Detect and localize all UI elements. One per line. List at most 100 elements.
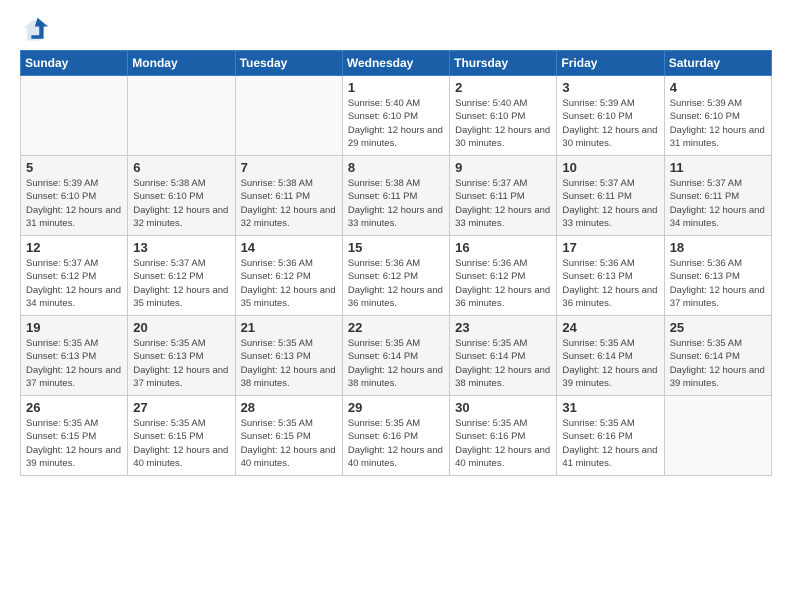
calendar-cell: 9 Sunrise: 5:37 AM Sunset: 6:11 PM Daylig… — [450, 156, 557, 236]
day-info: Sunrise: 5:39 AM Sunset: 6:10 PM Dayligh… — [26, 177, 122, 230]
day-number: 20 — [133, 320, 229, 335]
day-info: Sunrise: 5:38 AM Sunset: 6:10 PM Dayligh… — [133, 177, 229, 230]
day-number: 12 — [26, 240, 122, 255]
calendar-cell — [128, 76, 235, 156]
day-info: Sunrise: 5:35 AM Sunset: 6:13 PM Dayligh… — [133, 337, 229, 390]
day-info: Sunrise: 5:36 AM Sunset: 6:12 PM Dayligh… — [455, 257, 551, 310]
day-number: 2 — [455, 80, 551, 95]
day-number: 29 — [348, 400, 444, 415]
day-info: Sunrise: 5:35 AM Sunset: 6:15 PM Dayligh… — [26, 417, 122, 470]
day-number: 8 — [348, 160, 444, 175]
calendar-cell: 8 Sunrise: 5:38 AM Sunset: 6:11 PM Daylig… — [342, 156, 449, 236]
weekday-header-saturday: Saturday — [664, 51, 771, 76]
day-info: Sunrise: 5:35 AM Sunset: 6:14 PM Dayligh… — [562, 337, 658, 390]
day-info: Sunrise: 5:36 AM Sunset: 6:12 PM Dayligh… — [241, 257, 337, 310]
calendar-cell: 29 Sunrise: 5:35 AM Sunset: 6:16 PM Dayli… — [342, 396, 449, 476]
day-info: Sunrise: 5:35 AM Sunset: 6:16 PM Dayligh… — [455, 417, 551, 470]
weekday-header-tuesday: Tuesday — [235, 51, 342, 76]
day-number: 1 — [348, 80, 444, 95]
day-info: Sunrise: 5:40 AM Sunset: 6:10 PM Dayligh… — [348, 97, 444, 150]
calendar-cell: 10 Sunrise: 5:37 AM Sunset: 6:11 PM Dayli… — [557, 156, 664, 236]
header — [20, 16, 772, 44]
logo-icon — [20, 16, 48, 44]
day-number: 25 — [670, 320, 766, 335]
day-number: 28 — [241, 400, 337, 415]
day-number: 21 — [241, 320, 337, 335]
calendar-cell — [235, 76, 342, 156]
calendar-cell: 24 Sunrise: 5:35 AM Sunset: 6:14 PM Dayli… — [557, 316, 664, 396]
day-info: Sunrise: 5:37 AM Sunset: 6:11 PM Dayligh… — [455, 177, 551, 230]
calendar-cell: 5 Sunrise: 5:39 AM Sunset: 6:10 PM Daylig… — [21, 156, 128, 236]
calendar-cell: 16 Sunrise: 5:36 AM Sunset: 6:12 PM Dayli… — [450, 236, 557, 316]
day-info: Sunrise: 5:36 AM Sunset: 6:12 PM Dayligh… — [348, 257, 444, 310]
weekday-header-monday: Monday — [128, 51, 235, 76]
day-number: 13 — [133, 240, 229, 255]
day-info: Sunrise: 5:35 AM Sunset: 6:14 PM Dayligh… — [348, 337, 444, 390]
calendar-cell — [664, 396, 771, 476]
day-info: Sunrise: 5:38 AM Sunset: 6:11 PM Dayligh… — [348, 177, 444, 230]
calendar-week-row: 12 Sunrise: 5:37 AM Sunset: 6:12 PM Dayli… — [21, 236, 772, 316]
day-number: 24 — [562, 320, 658, 335]
day-info: Sunrise: 5:35 AM Sunset: 6:14 PM Dayligh… — [670, 337, 766, 390]
day-number: 19 — [26, 320, 122, 335]
weekday-header-row: SundayMondayTuesdayWednesdayThursdayFrid… — [21, 51, 772, 76]
calendar-cell: 2 Sunrise: 5:40 AM Sunset: 6:10 PM Daylig… — [450, 76, 557, 156]
calendar-cell: 25 Sunrise: 5:35 AM Sunset: 6:14 PM Dayli… — [664, 316, 771, 396]
calendar-week-row: 19 Sunrise: 5:35 AM Sunset: 6:13 PM Dayli… — [21, 316, 772, 396]
calendar-cell: 28 Sunrise: 5:35 AM Sunset: 6:15 PM Dayli… — [235, 396, 342, 476]
calendar-week-row: 1 Sunrise: 5:40 AM Sunset: 6:10 PM Daylig… — [21, 76, 772, 156]
day-info: Sunrise: 5:35 AM Sunset: 6:14 PM Dayligh… — [455, 337, 551, 390]
day-number: 27 — [133, 400, 229, 415]
calendar-cell: 26Sunrise: 5:35 AM Sunset: 6:15 PM Dayli… — [21, 396, 128, 476]
calendar-cell: 18Sunrise: 5:36 AM Sunset: 6:13 PM Dayli… — [664, 236, 771, 316]
day-info: Sunrise: 5:35 AM Sunset: 6:13 PM Dayligh… — [26, 337, 122, 390]
calendar-cell: 15 Sunrise: 5:36 AM Sunset: 6:12 PM Dayli… — [342, 236, 449, 316]
day-info: Sunrise: 5:37 AM Sunset: 6:12 PM Dayligh… — [26, 257, 122, 310]
day-number: 16 — [455, 240, 551, 255]
day-number: 3 — [562, 80, 658, 95]
day-info: Sunrise: 5:35 AM Sunset: 6:15 PM Dayligh… — [241, 417, 337, 470]
day-number: 31 — [562, 400, 658, 415]
day-number: 14 — [241, 240, 337, 255]
day-info: Sunrise: 5:37 AM Sunset: 6:11 PM Dayligh… — [562, 177, 658, 230]
day-info: Sunrise: 5:39 AM Sunset: 6:10 PM Dayligh… — [670, 97, 766, 150]
logo — [20, 16, 52, 44]
day-info: Sunrise: 5:35 AM Sunset: 6:15 PM Dayligh… — [133, 417, 229, 470]
day-number: 5 — [26, 160, 122, 175]
day-info: Sunrise: 5:40 AM Sunset: 6:10 PM Dayligh… — [455, 97, 551, 150]
day-number: 7 — [241, 160, 337, 175]
day-info: Sunrise: 5:38 AM Sunset: 6:11 PM Dayligh… — [241, 177, 337, 230]
day-number: 9 — [455, 160, 551, 175]
calendar-cell: 11Sunrise: 5:37 AM Sunset: 6:11 PM Dayli… — [664, 156, 771, 236]
calendar-cell: 17Sunrise: 5:36 AM Sunset: 6:13 PM Dayli… — [557, 236, 664, 316]
calendar-cell: 12 Sunrise: 5:37 AM Sunset: 6:12 PM Dayli… — [21, 236, 128, 316]
calendar-cell: 1 Sunrise: 5:40 AM Sunset: 6:10 PM Daylig… — [342, 76, 449, 156]
calendar-cell: 20 Sunrise: 5:35 AM Sunset: 6:13 PM Dayli… — [128, 316, 235, 396]
calendar-cell: 6Sunrise: 5:38 AM Sunset: 6:10 PM Daylig… — [128, 156, 235, 236]
day-info: Sunrise: 5:35 AM Sunset: 6:16 PM Dayligh… — [348, 417, 444, 470]
weekday-header-wednesday: Wednesday — [342, 51, 449, 76]
day-number: 4 — [670, 80, 766, 95]
weekday-header-thursday: Thursday — [450, 51, 557, 76]
calendar-table: SundayMondayTuesdayWednesdayThursdayFrid… — [20, 50, 772, 476]
day-number: 10 — [562, 160, 658, 175]
calendar-cell: 19 Sunrise: 5:35 AM Sunset: 6:13 PM Dayli… — [21, 316, 128, 396]
day-info: Sunrise: 5:36 AM Sunset: 6:13 PM Dayligh… — [670, 257, 766, 310]
day-number: 22 — [348, 320, 444, 335]
calendar-cell: 23 Sunrise: 5:35 AM Sunset: 6:14 PM Dayli… — [450, 316, 557, 396]
calendar-cell: 7 Sunrise: 5:38 AM Sunset: 6:11 PM Daylig… — [235, 156, 342, 236]
day-info: Sunrise: 5:35 AM Sunset: 6:13 PM Dayligh… — [241, 337, 337, 390]
weekday-header-sunday: Sunday — [21, 51, 128, 76]
day-info: Sunrise: 5:35 AM Sunset: 6:16 PM Dayligh… — [562, 417, 658, 470]
day-info: Sunrise: 5:39 AM Sunset: 6:10 PM Dayligh… — [562, 97, 658, 150]
calendar-cell: 3 Sunrise: 5:39 AM Sunset: 6:10 PM Daylig… — [557, 76, 664, 156]
day-number: 30 — [455, 400, 551, 415]
calendar-cell: 4 Sunrise: 5:39 AM Sunset: 6:10 PM Daylig… — [664, 76, 771, 156]
day-number: 15 — [348, 240, 444, 255]
calendar-cell: 31 Sunrise: 5:35 AM Sunset: 6:16 PM Dayli… — [557, 396, 664, 476]
calendar-week-row: 5 Sunrise: 5:39 AM Sunset: 6:10 PM Daylig… — [21, 156, 772, 236]
day-info: Sunrise: 5:36 AM Sunset: 6:13 PM Dayligh… — [562, 257, 658, 310]
calendar-cell: 14 Sunrise: 5:36 AM Sunset: 6:12 PM Dayli… — [235, 236, 342, 316]
calendar-week-row: 26Sunrise: 5:35 AM Sunset: 6:15 PM Dayli… — [21, 396, 772, 476]
day-number: 23 — [455, 320, 551, 335]
